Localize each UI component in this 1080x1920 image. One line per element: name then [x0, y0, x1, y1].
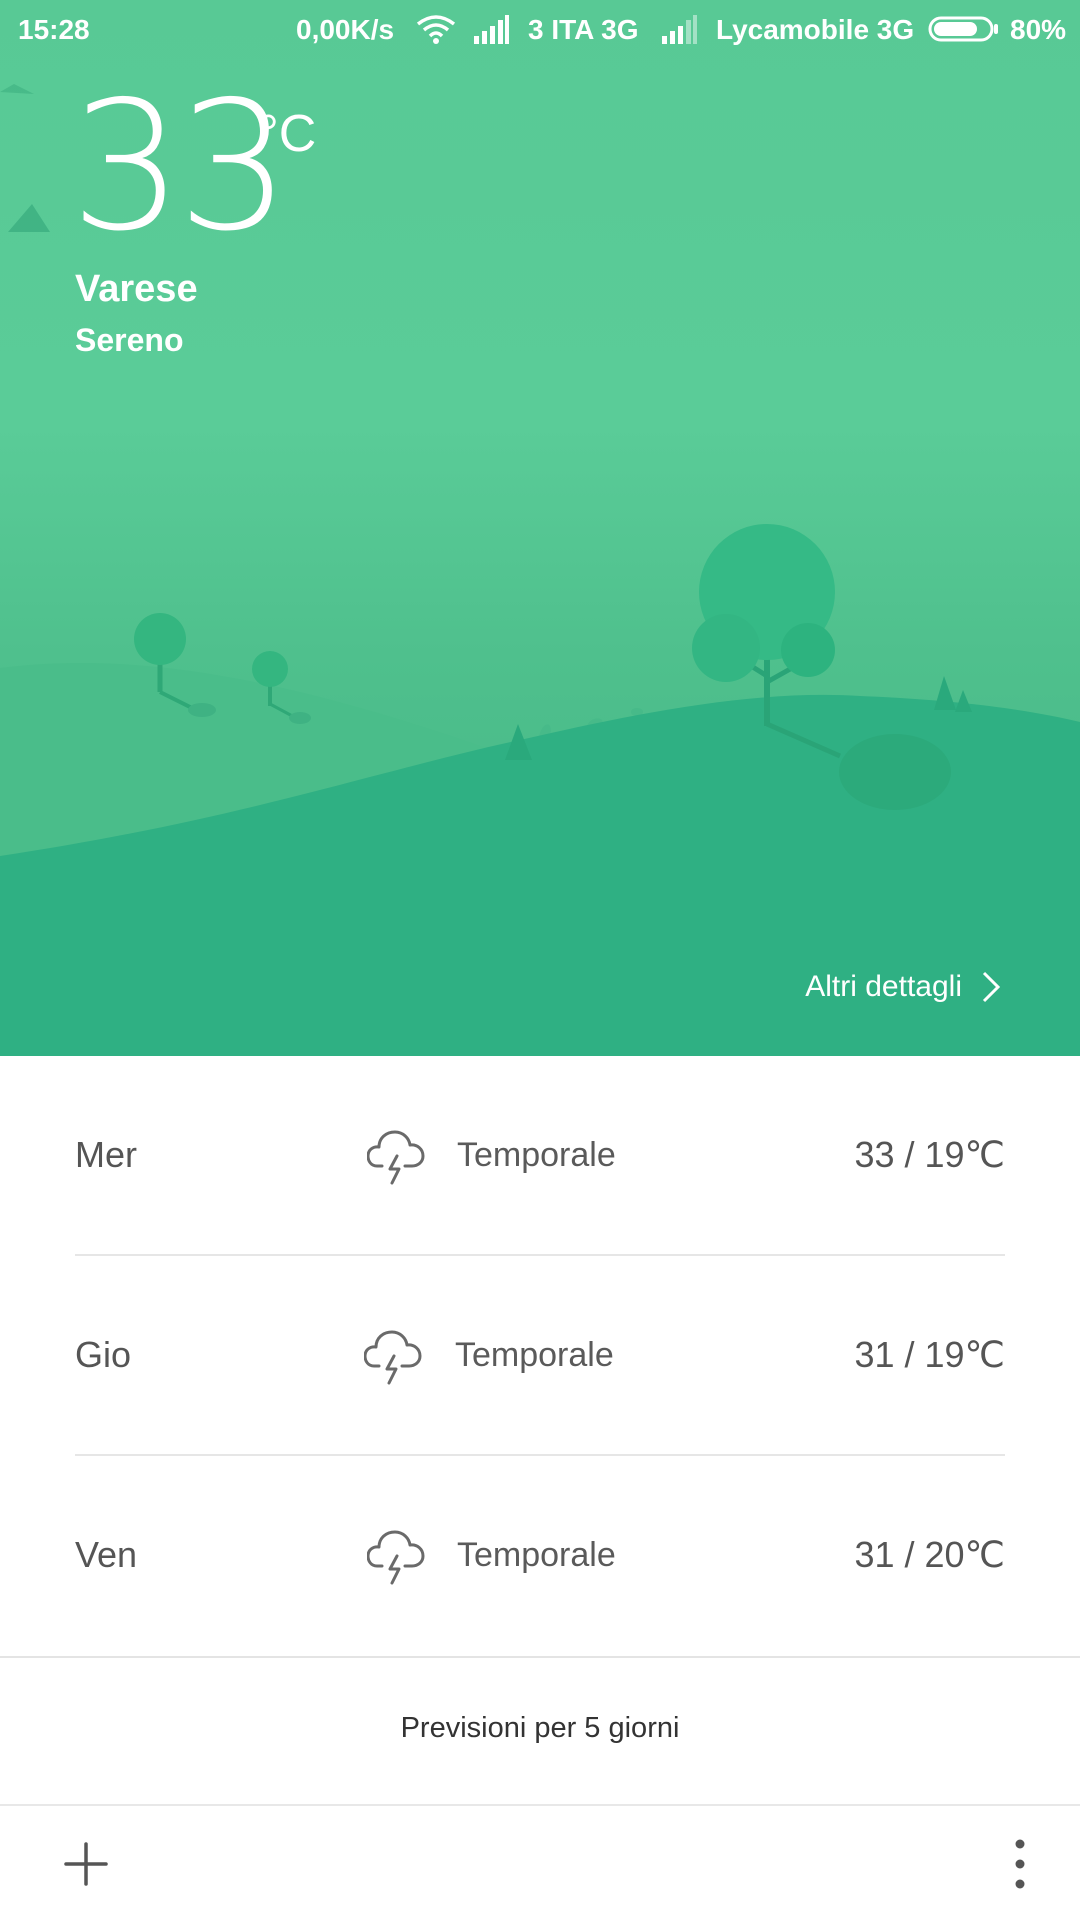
current-condition: Sereno	[75, 322, 184, 358]
five-day-forecast-label: Previsioni per 5 giorni	[400, 1712, 680, 1744]
more-vertical-icon[interactable]	[1008, 1836, 1032, 1892]
forecast-temp-range: 31 / 19℃	[854, 1334, 1005, 1375]
forecast-temp-range: 31 / 20℃	[854, 1534, 1005, 1575]
network-speed: 0,00K/s	[296, 14, 395, 45]
forecast-day: Mer	[75, 1134, 137, 1175]
battery-icon	[928, 16, 998, 42]
forecast-condition: Temporale	[457, 1536, 616, 1574]
battery-percent: 80%	[1010, 14, 1067, 45]
carrier-1: 3 ITA 3G	[528, 14, 639, 45]
carrier-2: Lycamobile 3G	[716, 14, 915, 45]
plus-icon[interactable]	[60, 1838, 112, 1890]
wifi-icon	[416, 15, 456, 44]
city-name: Varese	[75, 268, 198, 310]
forecast-list: Mer Temporale 33 / 19℃ Gio Temporale 31 …	[0, 1056, 1080, 1656]
thunderstorm-icon	[367, 1530, 425, 1585]
five-day-forecast-button[interactable]: Previsioni per 5 giorni	[0, 1656, 1080, 1806]
signal-icon	[474, 15, 509, 44]
thunderstorm-icon	[364, 1330, 422, 1385]
more-details-label: Altri dettagli	[805, 970, 962, 1003]
weather-screen: 15:28 0,00K/s 3 ITA 3G Lycamobile 3G 80%…	[0, 0, 1080, 1920]
temperature-unit: °C	[258, 105, 317, 163]
forecast-day: Gio	[75, 1334, 132, 1375]
thunderstorm-icon	[367, 1130, 425, 1185]
current-weather-panel[interactable]: 15:28 0,00K/s 3 ITA 3G Lycamobile 3G 80%…	[0, 0, 1080, 1056]
signal-icon	[662, 15, 697, 44]
status-bar: 15:28 0,00K/s 3 ITA 3G Lycamobile 3G 80%	[0, 0, 1080, 60]
more-details-link[interactable]: Altri dettagli	[805, 970, 1002, 1004]
forecast-row[interactable]: Ven Temporale 31 / 20℃	[0, 1456, 1080, 1656]
bottom-toolbar	[0, 1806, 1080, 1920]
chevron-right-icon	[982, 971, 1001, 1003]
forecast-temp-range: 33 / 19℃	[854, 1134, 1005, 1175]
current-temperature: 33	[70, 63, 290, 270]
forecast-row[interactable]: Mer Temporale 33 / 19℃	[0, 1056, 1080, 1256]
status-time: 15:28	[18, 14, 90, 45]
forecast-condition: Temporale	[455, 1336, 614, 1374]
forecast-day: Ven	[75, 1534, 138, 1575]
forecast-row[interactable]: Gio Temporale 31 / 19℃	[0, 1256, 1080, 1456]
forecast-condition: Temporale	[457, 1136, 616, 1174]
